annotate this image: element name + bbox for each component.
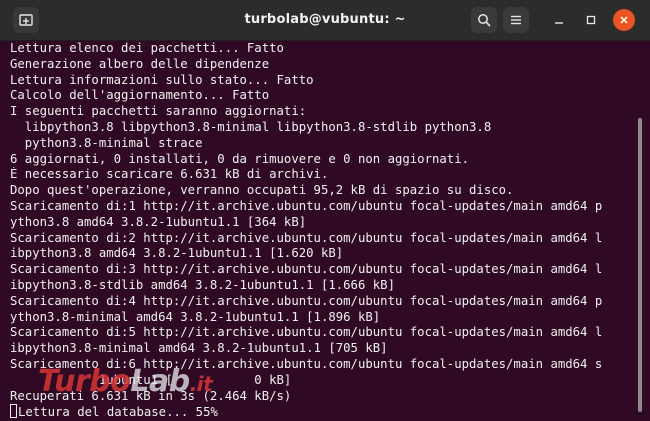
- terminal-line: Lettura elenco dei pacchetti... Fatto: [10, 41, 284, 55]
- terminal-line: ibpython3.8-stdlib amd64 3.8.2-1ubuntu1.…: [10, 277, 395, 292]
- terminal-line: 6 aggiornati, 0 installati, 0 da rimuove…: [10, 151, 470, 166]
- minimize-icon: [555, 22, 563, 24]
- terminal-line: Calcolo dell'aggiornamento... Fatto: [10, 88, 270, 103]
- terminal-line: 1ubuntu1 [ 0 kB]: [10, 372, 292, 387]
- terminal-line: Scaricamento di:4 http://it.archive.ubun…: [10, 293, 603, 308]
- terminal-line: ibpython3.8 amd64 3.8.2-1ubuntu1.1 [1.62…: [10, 246, 344, 261]
- menu-button[interactable]: [503, 7, 529, 33]
- terminal-scrollbar[interactable]: [638, 118, 642, 412]
- terminal-line: Generazione albero delle dipendenze: [10, 56, 270, 71]
- maximize-button[interactable]: [580, 9, 602, 31]
- window-title: turbolab@vubuntu: ~: [244, 12, 406, 27]
- terminal-line: ibpython3.8-minimal amd64 3.8.2-1ubuntu1…: [10, 341, 388, 356]
- header-bar[interactable]: turbolab@vubuntu: ~: [0, 0, 650, 41]
- maximize-icon: [586, 15, 596, 25]
- close-button[interactable]: [613, 9, 635, 31]
- terminal-line: ython3.8-minimal amd64 3.8.2-1ubuntu1.1 …: [10, 309, 381, 324]
- terminal-output[interactable]: Lettura elenco dei pacchetti... Fatto Ge…: [10, 41, 635, 421]
- search-icon: [478, 14, 491, 27]
- terminal-line: ython3.8 amd64 3.8.2-1ubuntu1.1 [364 kB]: [10, 214, 307, 229]
- terminal-line: Scaricamento di:1 http://it.archive.ubun…: [10, 198, 603, 213]
- terminal-window[interactable]: turbolab@vubuntu: ~ Lettura elenco dei p…: [0, 0, 650, 421]
- terminal-line: Lettura informazioni sullo stato... Fatt…: [10, 72, 314, 87]
- terminal-line: python3.8-minimal strace: [10, 135, 203, 150]
- close-icon: [620, 16, 628, 24]
- text-cursor: [10, 404, 17, 419]
- terminal-line: Scaricamento di:2 http://it.archive.ubun…: [10, 230, 603, 245]
- terminal-line: Scaricamento di:6 http://it.archive.ubun…: [10, 356, 603, 371]
- terminal-line: libpython3.8 libpython3.8-minimal libpyt…: [10, 119, 492, 134]
- terminal-prompt-line: Lettura del database... 55%: [10, 404, 635, 420]
- progress-text: Lettura del database... 55%: [18, 405, 218, 420]
- hamburger-menu-icon: [511, 15, 521, 25]
- terminal-line: Scaricamento di:3 http://it.archive.ubun…: [10, 262, 603, 277]
- terminal-line: È necessario scaricare 6.631 kB di archi…: [10, 167, 329, 182]
- search-button[interactable]: [471, 7, 497, 33]
- new-tab-button[interactable]: [13, 7, 39, 33]
- new-tab-icon: [19, 14, 33, 26]
- terminal-line: Dopo quest'operazione, verranno occupati…: [10, 183, 514, 198]
- terminal-line: Scaricamento di:5 http://it.archive.ubun…: [10, 325, 603, 340]
- terminal-line: I seguenti pacchetti saranno aggiornati:: [10, 104, 307, 119]
- minimize-button[interactable]: [548, 9, 570, 31]
- terminal-line: Recuperati 6.631 kB in 3s (2.464 kB/s): [10, 388, 292, 403]
